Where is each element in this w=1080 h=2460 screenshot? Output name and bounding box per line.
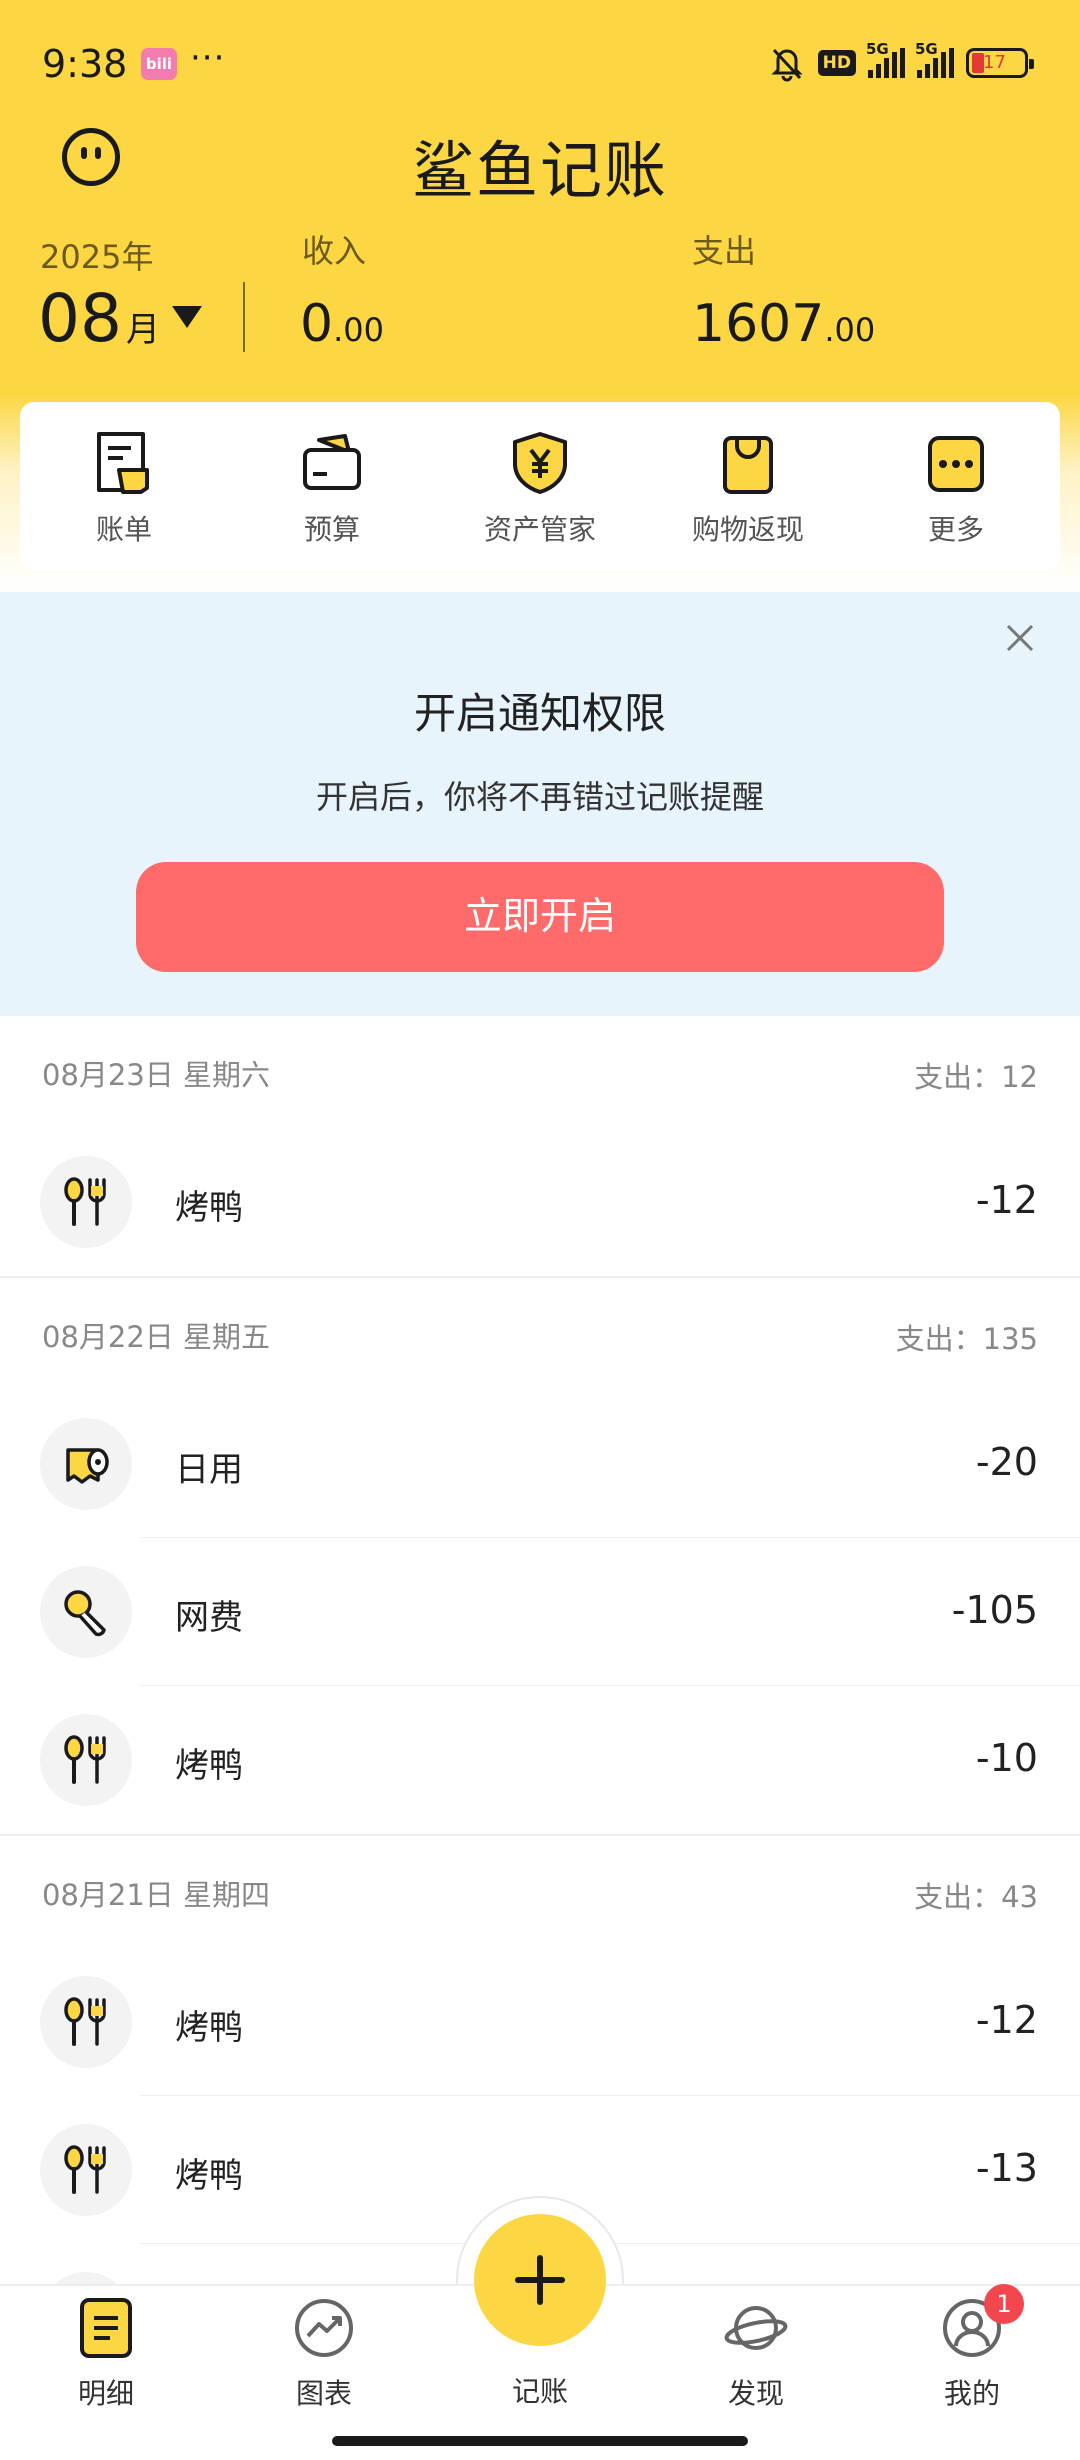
transaction-amount: -12 [975, 1178, 1038, 1222]
nav-label: 图表 [295, 2377, 352, 2410]
transaction-category: 烤鸭 [175, 2156, 243, 2196]
transaction-amount: -12 [975, 1998, 1038, 2042]
shortcut-cashback[interactable]: 购物返现 [644, 402, 852, 570]
day-total: 支出：12 [914, 1060, 1038, 1094]
day-header: 08月23日 星期六 支出：12 [0, 1016, 1080, 1128]
notification-badge: 1 [984, 2284, 1024, 2324]
year-label: 2025年 [40, 238, 154, 276]
shortcut-label: 预算 [303, 513, 360, 546]
transaction-amount: -20 [975, 1440, 1038, 1484]
home-indicator[interactable] [332, 2436, 748, 2446]
dropdown-caret-icon [171, 305, 202, 328]
notice-subtitle: 开启后，你将不再错过记账提醒 [315, 778, 764, 816]
notification-banner: 开启通知权限 开启后，你将不再错过记账提醒 立即开启 [0, 592, 1080, 1016]
signal-1-icon: 5G [866, 40, 905, 78]
battery-icon: 17 [966, 48, 1034, 78]
day-header: 08月21日 星期四 支出：43 [0, 1836, 1080, 1948]
food-icon [40, 1976, 132, 2068]
transaction-category: 烤鸭 [175, 2008, 243, 2048]
transaction-list: 08月23日 星期六 支出：12 烤鸭 -12 08月22日 星期五 支出：13… [0, 1016, 1080, 2392]
expense-value: 1607.00 [692, 294, 876, 354]
day-total: 支出：43 [914, 1880, 1038, 1914]
signal-2-icon: 5G [915, 40, 954, 78]
food-icon [40, 1714, 132, 1806]
day-header: 08月22日 星期五 支出：135 [0, 1278, 1080, 1390]
shortcut-assets[interactable]: 资产管家 [436, 402, 644, 570]
nav-chart[interactable]: 图表 [254, 2296, 394, 2412]
income-label: 收入 [302, 232, 367, 270]
bill-icon [97, 432, 149, 494]
day-date: 08月23日 星期六 [42, 1058, 271, 1092]
header-divider [243, 282, 245, 352]
month-unit: 月 [125, 310, 160, 350]
day-date: 08月21日 星期四 [42, 1878, 271, 1912]
transaction-row[interactable]: 日用 -20 [0, 1390, 1080, 1538]
mic-icon [40, 1566, 132, 1658]
list-detail-icon [80, 2298, 132, 2358]
planet-icon [724, 2306, 788, 2350]
shortcut-label: 资产管家 [483, 513, 596, 546]
shortcut-budget[interactable]: 预算 [228, 402, 436, 570]
nav-discover[interactable]: 发现 [686, 2296, 826, 2412]
transaction-row[interactable]: 网费 -105 [0, 1538, 1080, 1686]
transaction-category: 烤鸭 [175, 1188, 243, 1228]
food-icon [40, 1156, 132, 1248]
food-icon [40, 2124, 132, 2216]
transaction-row[interactable]: 烤鸭 -12 [0, 1948, 1080, 2096]
notice-title: 开启通知权限 [413, 689, 666, 738]
add-record-button[interactable] [474, 2214, 606, 2346]
transaction-amount: -105 [951, 1588, 1038, 1632]
shortcut-label: 账单 [95, 513, 152, 546]
hd-voice-icon: HD [817, 50, 856, 76]
more-notifications-icon: ··· [190, 38, 226, 78]
nav-detail[interactable]: 明细 [36, 2296, 176, 2412]
shortcut-label: 更多 [927, 513, 984, 546]
status-bar: 9:38 bili ··· HD 5G 5G 17 [0, 38, 1080, 94]
shield-yen-icon [513, 432, 567, 494]
transaction-amount: -10 [975, 1736, 1038, 1780]
app-title: 鲨鱼记账 [411, 134, 668, 207]
status-time: 9:38 [42, 42, 128, 86]
month-selector[interactable]: 08 月 [38, 280, 202, 357]
month-value: 08 [38, 280, 122, 357]
shortcut-card: 账单 预算 资产管家 购物返现 更多 [20, 402, 1060, 570]
nav-label: 发现 [727, 2377, 784, 2410]
mute-bell-icon [768, 44, 806, 82]
transaction-row[interactable]: 烤鸭 -12 [0, 1128, 1080, 1276]
shortcut-label: 购物返现 [691, 513, 804, 546]
more-icon [928, 436, 984, 492]
close-icon[interactable] [1000, 618, 1040, 658]
shopping-bag-icon [723, 436, 773, 494]
income-value: 0.00 [300, 294, 384, 354]
enable-notifications-button[interactable]: 立即开启 [136, 862, 944, 972]
add-record-label: 记账 [511, 2375, 568, 2408]
shortcut-bill[interactable]: 账单 [20, 402, 228, 570]
trend-chart-icon [295, 2299, 353, 2357]
bilibili-notification-icon: bili [141, 48, 177, 80]
day-date: 08月22日 星期五 [42, 1320, 271, 1354]
expense-label: 支出 [692, 232, 757, 270]
day-total: 支出：135 [895, 1322, 1038, 1356]
transaction-amount: -13 [975, 2146, 1038, 2190]
transaction-category: 网费 [175, 1598, 243, 1638]
transaction-category: 日用 [175, 1450, 243, 1490]
transaction-category: 烤鸭 [175, 1746, 243, 1786]
tissue-icon [40, 1418, 132, 1510]
nav-label: 明细 [77, 2377, 134, 2410]
transaction-row[interactable]: 烤鸭 -10 [0, 1686, 1080, 1834]
wallet-icon [303, 434, 361, 490]
nav-label: 我的 [943, 2377, 1000, 2410]
shortcut-more[interactable]: 更多 [852, 402, 1060, 570]
